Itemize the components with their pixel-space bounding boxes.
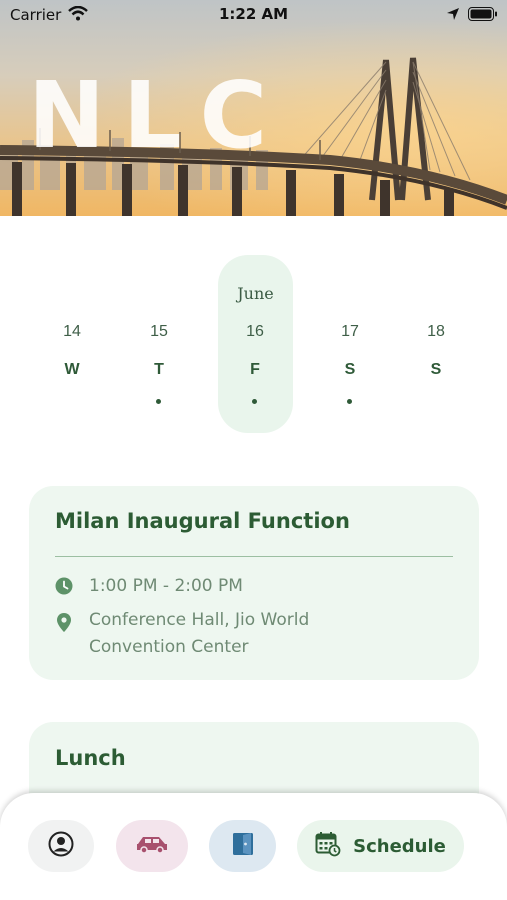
event-title: Lunch <box>55 746 126 770</box>
day-weekday: S <box>430 361 442 378</box>
clock-icon <box>55 577 73 604</box>
event-location: Conference Hall, Jio World Convention Ce… <box>55 607 455 661</box>
selected-day-highlight <box>218 255 293 433</box>
status-time: 1:22 AM <box>218 5 289 23</box>
bottom-nav-bar: Schedule <box>0 793 507 900</box>
room-tab-button[interactable] <box>209 820 276 872</box>
day-weekday: W <box>64 361 80 378</box>
event-indicator-dot <box>252 399 257 404</box>
door-icon <box>231 831 255 861</box>
day-weekday: T <box>154 361 164 378</box>
event-card[interactable]: Milan Inaugural Function 1:00 PM - 2:00 … <box>29 486 479 680</box>
event-indicator-dot <box>156 399 161 404</box>
header-banner: NLC <box>0 0 507 216</box>
day-number: 14 <box>63 323 81 340</box>
profile-icon <box>48 831 74 861</box>
event-location-line1: Conference Hall, Jio World <box>89 610 310 630</box>
event-time: 1:00 PM - 2:00 PM <box>55 573 455 600</box>
day-number: 18 <box>427 323 445 340</box>
event-location-line2: Convention Center <box>89 637 249 657</box>
day-number: 15 <box>150 323 168 340</box>
day-number: 16 <box>246 323 264 340</box>
profile-tab-button[interactable] <box>28 820 94 872</box>
day-weekday: S <box>344 361 356 378</box>
calendar-icon <box>315 831 341 861</box>
car-icon <box>135 834 169 858</box>
day-number: 17 <box>341 323 359 340</box>
location-pin-icon <box>57 613 71 641</box>
event-title: Milan Inaugural Function <box>55 509 350 533</box>
event-indicator-dot <box>347 399 352 404</box>
schedule-tab-label: Schedule <box>353 835 446 857</box>
schedule-tab-button[interactable]: Schedule <box>297 820 464 872</box>
location-arrow-icon <box>446 7 460 25</box>
status-bar: Carrier 1:22 AM <box>0 0 507 30</box>
transport-tab-button[interactable] <box>116 820 188 872</box>
card-divider <box>55 556 453 557</box>
day-weekday: F <box>250 361 260 378</box>
battery-icon <box>468 7 498 25</box>
month-label: June <box>237 284 274 303</box>
nlc-logo: NLC <box>28 62 286 169</box>
event-time-text: 1:00 PM - 2:00 PM <box>89 576 243 596</box>
